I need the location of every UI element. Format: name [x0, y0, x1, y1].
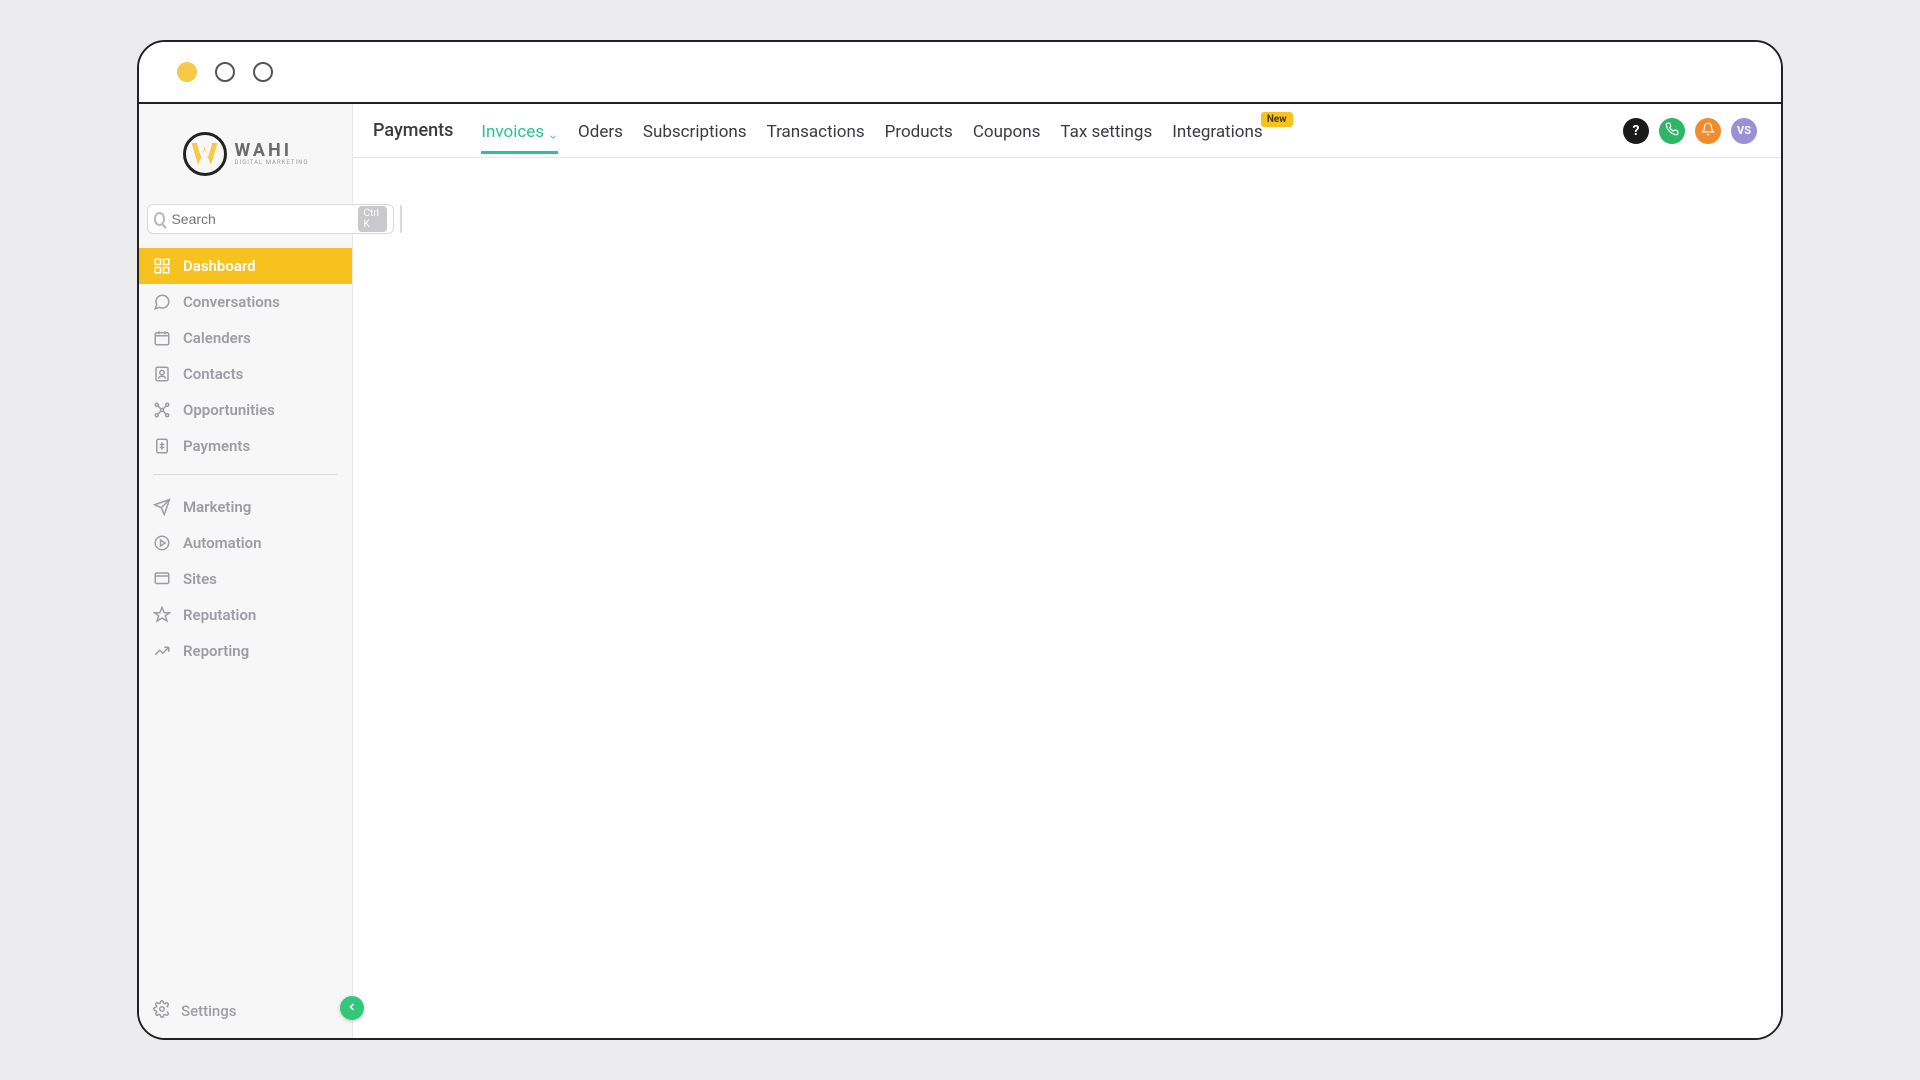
new-badge: New — [1261, 112, 1293, 127]
window-maximize-button[interactable] — [253, 62, 273, 82]
notifications-button[interactable] — [1695, 118, 1721, 144]
app-window: WAHI DIGITAL MARKETING Ctrl K — [137, 40, 1783, 1040]
window-titlebar — [139, 42, 1781, 104]
top-actions: ? VS — [1623, 118, 1757, 144]
grid-icon — [153, 257, 171, 275]
contacts-icon — [153, 365, 171, 383]
sidebar-item-label: Sites — [183, 570, 217, 588]
help-icon: ? — [1633, 123, 1640, 139]
payments-icon — [153, 437, 171, 455]
calendar-icon — [153, 329, 171, 347]
search-icon — [154, 212, 165, 226]
search-box[interactable]: Ctrl K — [147, 204, 394, 234]
app-body: WAHI DIGITAL MARKETING Ctrl K — [139, 104, 1781, 1038]
tab-tax-settings[interactable]: Tax settings — [1060, 108, 1152, 154]
sidebar-item-calendars[interactable]: Calenders — [139, 320, 352, 356]
sidebar-item-marketing[interactable]: Marketing — [139, 489, 352, 525]
sidebar-item-label: Contacts — [183, 365, 243, 383]
tab-label: Coupons — [973, 122, 1041, 142]
tab-coupons[interactable]: Coupons — [973, 108, 1041, 154]
sidebar-item-label: Reporting — [183, 642, 249, 660]
avatar-initials: VS — [1737, 124, 1751, 137]
main: Payments Invoices Oders Subscriptions Tr… — [353, 104, 1781, 1038]
tab-label: Invoices — [481, 122, 544, 142]
logo-subtitle: DIGITAL MARKETING — [235, 160, 309, 166]
sidebar-item-dashboard[interactable]: Dashboard — [139, 248, 352, 284]
sidebar-collapse-button[interactable] — [340, 996, 364, 1020]
content-area — [353, 158, 1781, 1038]
logo: WAHI DIGITAL MARKETING — [139, 104, 352, 204]
sidebar-item-label: Payments — [183, 437, 250, 455]
sidebar-divider — [153, 474, 338, 475]
sidebar-item-opportunities[interactable]: Opportunities — [139, 392, 352, 428]
sidebar-item-label: Calenders — [183, 329, 251, 347]
search-shortcut: Ctrl K — [358, 206, 386, 232]
search-input[interactable] — [171, 211, 352, 227]
gear-icon — [153, 1000, 171, 1022]
sidebar-item-label: Dashboard — [183, 257, 256, 275]
tab-invoices[interactable]: Invoices — [481, 108, 558, 154]
sidebar-item-label: Marketing — [183, 498, 251, 516]
sidebar-item-automation[interactable]: Automation — [139, 525, 352, 561]
tabs: Invoices Oders Subscriptions Transaction… — [481, 108, 1262, 154]
search-row: Ctrl K — [139, 204, 352, 244]
sidebar-nav-primary: Dashboard Conversations Calenders Contac… — [139, 244, 352, 464]
phone-icon — [1665, 122, 1679, 140]
sidebar-item-reputation[interactable]: Reputation — [139, 597, 352, 633]
sites-icon — [153, 570, 171, 588]
send-icon — [153, 498, 171, 516]
sidebar-footer: Settings — [139, 984, 352, 1038]
logo-mark-icon — [183, 132, 227, 176]
tab-integrations[interactable]: Integrations New — [1172, 108, 1262, 154]
sidebar-item-sites[interactable]: Sites — [139, 561, 352, 597]
tab-label: Transactions — [767, 122, 865, 142]
help-button[interactable]: ? — [1623, 118, 1649, 144]
window-minimize-button[interactable] — [215, 62, 235, 82]
sidebar-item-label: Conversations — [183, 293, 280, 311]
chevron-down-icon — [548, 127, 558, 137]
chat-icon — [153, 293, 171, 311]
tab-orders[interactable]: Oders — [578, 108, 623, 154]
sidebar-item-label: Automation — [183, 534, 262, 552]
tab-subscriptions[interactable]: Subscriptions — [643, 108, 747, 154]
trend-icon — [153, 642, 171, 660]
window-close-button[interactable] — [177, 62, 197, 82]
opportunities-icon — [153, 401, 171, 419]
tab-label: Tax settings — [1060, 122, 1152, 142]
logo-name: WAHI — [235, 142, 309, 160]
quick-action-button[interactable] — [400, 205, 402, 233]
user-avatar[interactable]: VS — [1731, 118, 1757, 144]
sidebar: WAHI DIGITAL MARKETING Ctrl K — [139, 104, 353, 1038]
sidebar-nav-secondary: Marketing Automation Sites Reputation Re… — [139, 485, 352, 669]
star-icon — [153, 606, 171, 624]
bell-icon — [1701, 122, 1715, 140]
settings-link[interactable]: Settings — [181, 1002, 237, 1020]
sidebar-item-contacts[interactable]: Contacts — [139, 356, 352, 392]
topbar: Payments Invoices Oders Subscriptions Tr… — [353, 104, 1781, 158]
tab-transactions[interactable]: Transactions — [767, 108, 865, 154]
sidebar-item-label: Opportunities — [183, 401, 275, 419]
sidebar-item-reporting[interactable]: Reporting — [139, 633, 352, 669]
sidebar-item-label: Reputation — [183, 606, 256, 624]
tab-products[interactable]: Products — [885, 108, 953, 154]
tab-label: Products — [885, 122, 953, 142]
tab-label: Oders — [578, 122, 623, 142]
phone-button[interactable] — [1659, 118, 1685, 144]
page-title: Payments — [373, 120, 453, 141]
tab-label: Integrations — [1172, 122, 1262, 142]
sidebar-item-conversations[interactable]: Conversations — [139, 284, 352, 320]
sidebar-item-payments[interactable]: Payments — [139, 428, 352, 464]
chevron-left-icon — [346, 999, 358, 1017]
tab-label: Subscriptions — [643, 122, 747, 142]
play-icon — [153, 534, 171, 552]
